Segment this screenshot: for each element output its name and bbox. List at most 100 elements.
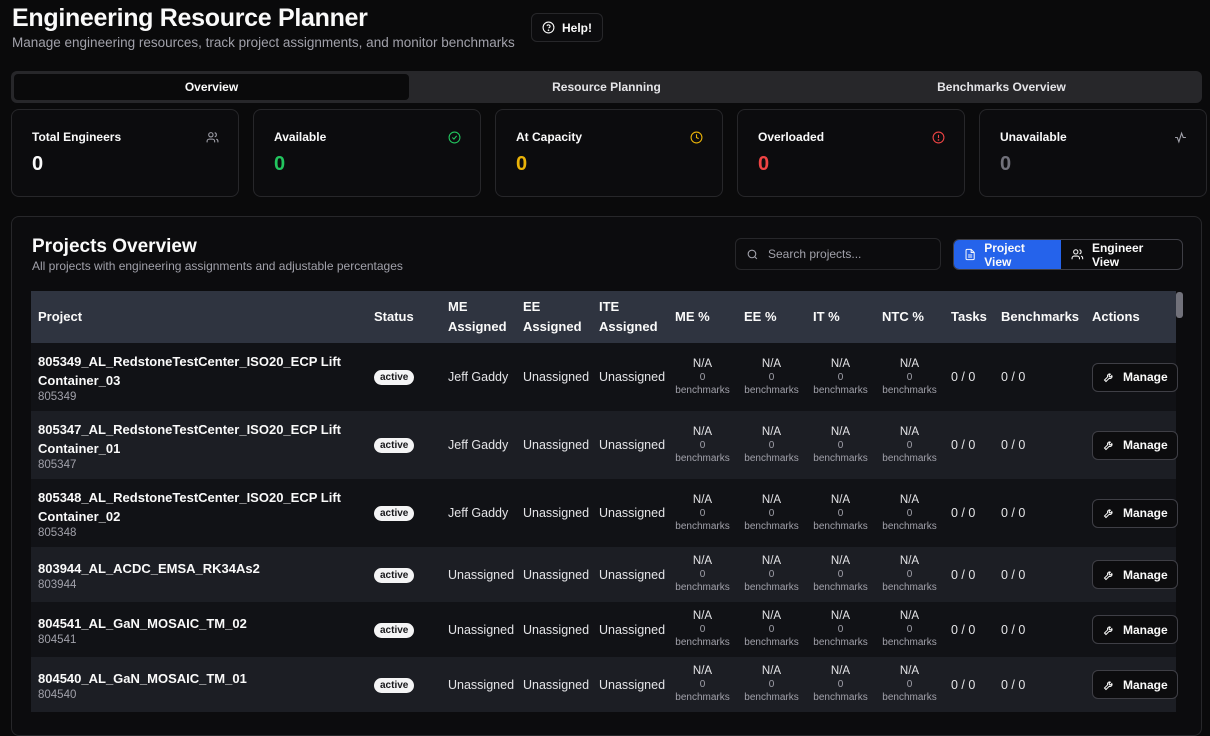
project-id: 804540	[38, 688, 77, 701]
benchmark-count: 0	[837, 679, 844, 690]
percent-value: N/A	[761, 555, 782, 567]
status-badge: active	[374, 567, 415, 583]
benchmark-count: 0	[768, 679, 775, 690]
column-header: Benchmarks	[994, 291, 1085, 343]
benchmark-unit: benchmarks	[813, 520, 868, 532]
benchmark-unit: benchmarks	[813, 384, 868, 396]
wrench-icon	[1103, 680, 1113, 690]
users-icon	[1071, 249, 1084, 260]
ntc-percent-cell: N/A 0 benchmarks	[875, 479, 944, 547]
ee-assigned-cell: Unassigned	[523, 506, 590, 520]
ite-assigned-cell: Unassigned	[599, 438, 666, 452]
percent-value: N/A	[899, 425, 920, 438]
project-cell: 804540_AL_GaN_MOSAIC_TM_01 804540	[31, 657, 367, 712]
help-label: Help!	[562, 20, 592, 35]
benchmark-count: 0	[699, 569, 706, 580]
column-header-label-line2: Assigned	[523, 319, 582, 334]
ee-percent-cell: N/A 0 benchmarks	[737, 411, 806, 479]
stat-value: 0	[758, 153, 770, 175]
status-cell: active	[367, 411, 441, 479]
alert-circle-icon	[932, 131, 945, 144]
ee-assigned-cell: Unassigned	[523, 567, 590, 582]
search-icon	[747, 249, 758, 259]
help-circle-icon	[542, 21, 555, 34]
stat-label: Overloaded	[758, 130, 825, 144]
tab-resource-planning[interactable]: Resource Planning	[409, 74, 804, 100]
table-row: 805347_AL_RedstoneTestCenter_ISO20_ECP L…	[31, 411, 1178, 479]
manage-button[interactable]: Manage	[1092, 670, 1178, 699]
projects-table: Project Status ME Assigned EE Assigned ITE Assi…	[31, 291, 1178, 712]
engineer-view-button[interactable]: Engineer View	[1061, 240, 1182, 269]
column-header-label: ME %	[675, 309, 710, 324]
column-header-label: ME	[448, 299, 468, 314]
tasks-cell: 0 / 0	[951, 370, 976, 384]
manage-button[interactable]: Manage	[1092, 560, 1178, 589]
main-tabs: Overview Resource Planning Benchmarks Ov…	[11, 71, 1202, 103]
page-subtitle: Manage engineering resources, track proj…	[12, 35, 515, 50]
benchmark-unit: benchmarks	[882, 384, 937, 396]
project-name[interactable]: 805348_AL_RedstoneTestCenter_ISO20_ECP L…	[38, 488, 360, 526]
project-id: 805349	[38, 390, 77, 403]
percent-value: N/A	[899, 357, 920, 370]
benchmark-count: 0	[699, 507, 706, 519]
stat-value: 0	[32, 153, 44, 175]
me-assigned-cell: Unassigned	[448, 677, 515, 692]
percent-value: N/A	[830, 357, 851, 370]
manage-button[interactable]: Manage	[1092, 430, 1178, 460]
project-view-button[interactable]: Project View	[954, 240, 1062, 269]
manage-button[interactable]: Manage	[1092, 615, 1178, 644]
status-cell: active	[367, 657, 441, 712]
tab-overview[interactable]: Overview	[14, 74, 409, 100]
column-header-label: ITE	[599, 299, 620, 314]
column-header: Actions	[1085, 291, 1176, 343]
stat-value: 0	[274, 153, 286, 175]
wrench-icon	[1103, 373, 1113, 383]
benchmark-unit: benchmarks	[813, 692, 868, 703]
benchmark-unit: benchmarks	[744, 384, 799, 396]
benchmark-count: 0	[906, 624, 913, 635]
tab-benchmarks-overview[interactable]: Benchmarks Overview	[804, 74, 1199, 100]
column-header: EE Assigned	[516, 291, 592, 343]
benchmarks-cell: 0 / 0	[1001, 438, 1026, 452]
project-name[interactable]: 805349_AL_RedstoneTestCenter_ISO20_ECP L…	[38, 352, 360, 390]
status-badge: active	[374, 370, 415, 385]
me-percent-cell: N/A 0 benchmarks	[668, 411, 737, 479]
percent-value: N/A	[761, 665, 782, 677]
table-row: 804541_AL_GaN_MOSAIC_TM_02 804541 active Un…	[31, 602, 1178, 657]
percent-value: N/A	[899, 493, 920, 506]
ntc-percent-cell: N/A 0 benchmarks	[875, 602, 944, 657]
stat-label: Available	[274, 130, 327, 144]
manage-label: Manage	[1123, 567, 1168, 582]
manage-button[interactable]: Manage	[1092, 498, 1178, 528]
project-name[interactable]: 804541_AL_GaN_MOSAIC_TM_02	[38, 614, 360, 633]
benchmark-count: 0	[768, 507, 775, 519]
benchmark-unit: benchmarks	[744, 520, 799, 532]
stat-card-available: Available 0	[253, 109, 481, 197]
benchmarks-cell: 0 / 0	[1001, 506, 1026, 520]
projects-title: Projects Overview	[32, 236, 197, 257]
project-name[interactable]: 804540_AL_GaN_MOSAIC_TM_01	[38, 669, 360, 688]
ite-assigned-cell: Unassigned	[599, 567, 666, 582]
percent-value: N/A	[899, 665, 920, 677]
project-name[interactable]: 805347_AL_RedstoneTestCenter_ISO20_ECP L…	[38, 420, 360, 458]
benchmark-count: 0	[837, 371, 844, 383]
tasks-cell: 0 / 0	[951, 567, 976, 582]
benchmark-unit: benchmarks	[675, 384, 730, 396]
project-name[interactable]: 803944_AL_ACDC_EMSA_RK34As2	[38, 559, 360, 578]
table-body: 805349_AL_RedstoneTestCenter_ISO20_ECP L…	[31, 343, 1178, 712]
search-input[interactable]	[768, 247, 928, 261]
table-scrollbar[interactable]	[1176, 292, 1183, 318]
tasks-cell: 0 / 0	[951, 622, 976, 637]
wrench-icon	[1103, 509, 1113, 519]
actions-cell: Manage	[1085, 547, 1178, 602]
it-percent-cell: N/A 0 benchmarks	[806, 602, 875, 657]
me-percent-cell: N/A 0 benchmarks	[668, 343, 737, 411]
column-header: Project	[31, 291, 367, 343]
manage-button[interactable]: Manage	[1092, 362, 1178, 392]
help-button[interactable]: Help!	[531, 13, 603, 42]
percent-value: N/A	[692, 555, 713, 567]
benchmark-count: 0	[768, 569, 775, 580]
percent-value: N/A	[830, 610, 851, 622]
stats-row: Total Engineers 0 Available 0 At Capacit…	[11, 109, 1207, 197]
benchmark-count: 0	[906, 679, 913, 690]
